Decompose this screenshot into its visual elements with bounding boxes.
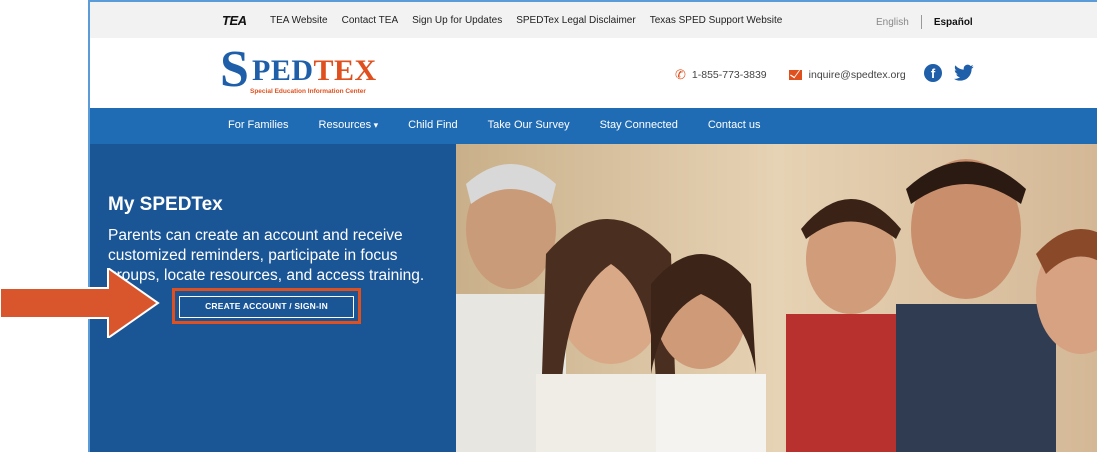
- link-sign-up-updates[interactable]: Sign Up for Updates: [412, 15, 502, 26]
- tea-logo[interactable]: TEA: [222, 13, 247, 28]
- email-link[interactable]: inquire@spedtex.org: [809, 69, 906, 81]
- language-switcher: English Español: [876, 15, 973, 29]
- nav-resources-dropdown[interactable]: Resources: [319, 119, 379, 131]
- spedtex-logo[interactable]: S PEDTEX Special Education Information C…: [220, 44, 390, 96]
- logo-tagline: Special Education Information Center: [250, 88, 366, 95]
- contact-info: ✆ 1-855-773-3839 inquire@spedtex.org: [675, 67, 906, 83]
- twitter-icon[interactable]: [954, 64, 974, 82]
- hero-title: My SPEDTex: [108, 194, 223, 215]
- logo-s: S: [220, 41, 249, 98]
- family-photo: [456, 144, 1097, 452]
- logo-wordmark: PEDTEX: [252, 56, 377, 86]
- create-account-button[interactable]: CREATE ACCOUNT / SIGN-IN: [179, 296, 354, 318]
- phone-number[interactable]: 1-855-773-3839: [692, 69, 767, 81]
- nav-for-families[interactable]: For Families: [228, 119, 289, 131]
- main-nav: For Families Resources Child Find Take O…: [90, 108, 1097, 144]
- mail-icon: [788, 70, 802, 80]
- nav-contact-us[interactable]: Contact us: [708, 119, 761, 131]
- facebook-icon[interactable]: f: [924, 64, 942, 82]
- annotation-arrow-icon: [0, 268, 160, 338]
- utility-links: TEA Website Contact TEA Sign Up for Upda…: [270, 15, 782, 26]
- link-legal-disclaimer[interactable]: SPEDTex Legal Disclaimer: [516, 15, 636, 26]
- social-links: f: [924, 64, 974, 82]
- lang-espanol[interactable]: Español: [934, 17, 973, 28]
- link-tea-website[interactable]: TEA Website: [270, 15, 328, 26]
- nav-stay-connected[interactable]: Stay Connected: [600, 119, 678, 131]
- nav-take-survey[interactable]: Take Our Survey: [488, 119, 570, 131]
- hero-section: My SPEDTex Parents can create an account…: [90, 144, 1097, 452]
- link-contact-tea[interactable]: Contact TEA: [342, 15, 399, 26]
- link-texas-sped-support[interactable]: Texas SPED Support Website: [650, 15, 783, 26]
- browser-page: TEA TEA Website Contact TEA Sign Up for …: [88, 0, 1097, 452]
- lang-english[interactable]: English: [876, 17, 909, 28]
- logo-ped: PED: [252, 54, 314, 87]
- lang-divider: [920, 15, 922, 29]
- nav-child-find[interactable]: Child Find: [408, 119, 458, 131]
- logo-tex: TEX: [313, 54, 377, 87]
- site-header: S PEDTEX Special Education Information C…: [90, 38, 1097, 108]
- phone-icon: ✆: [675, 67, 686, 82]
- utility-bar: TEA TEA Website Contact TEA Sign Up for …: [90, 2, 1097, 38]
